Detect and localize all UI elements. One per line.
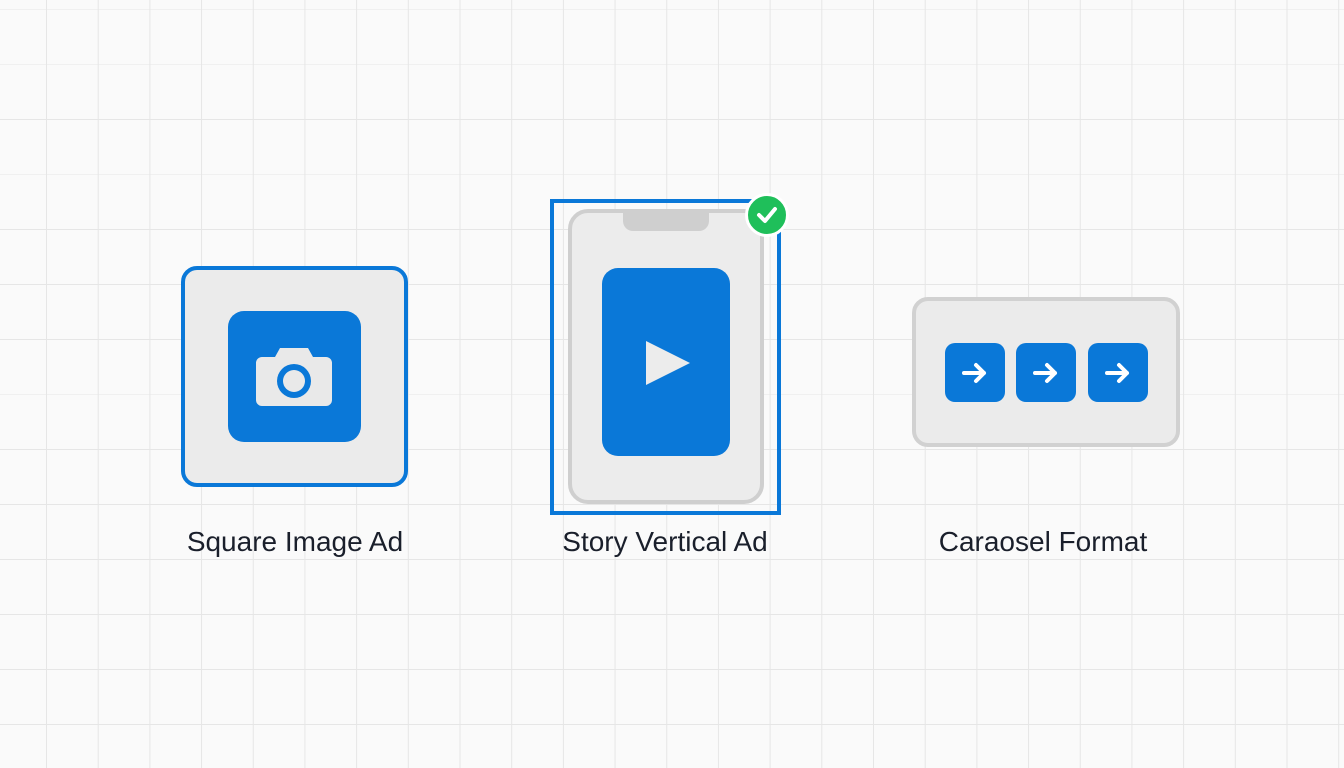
phone-frame bbox=[568, 209, 764, 504]
story-vertical-ad-label: Story Vertical Ad bbox=[562, 526, 768, 557]
story-vertical-ad-card[interactable] bbox=[550, 199, 781, 515]
square-image-ad-card[interactable] bbox=[181, 266, 408, 487]
arrow-right-icon bbox=[1033, 363, 1057, 383]
carousel-slide-2[interactable] bbox=[1016, 343, 1076, 402]
carousel-format-card[interactable] bbox=[912, 297, 1180, 447]
square-image-ad-label: Square Image Ad bbox=[186, 526, 404, 557]
check-icon bbox=[757, 207, 777, 223]
selected-check-badge bbox=[745, 193, 789, 237]
arrow-right-icon bbox=[962, 363, 986, 383]
carousel-format-label: Caraosel Format bbox=[938, 526, 1148, 557]
arrow-right-icon bbox=[1105, 363, 1129, 383]
phone-notch bbox=[623, 210, 709, 231]
video-tile bbox=[602, 268, 730, 456]
camera-icon bbox=[256, 348, 332, 406]
camera-tile bbox=[228, 311, 361, 442]
carousel-slide-1[interactable] bbox=[945, 343, 1005, 402]
play-icon bbox=[646, 341, 690, 385]
carousel-slide-3[interactable] bbox=[1088, 343, 1148, 402]
